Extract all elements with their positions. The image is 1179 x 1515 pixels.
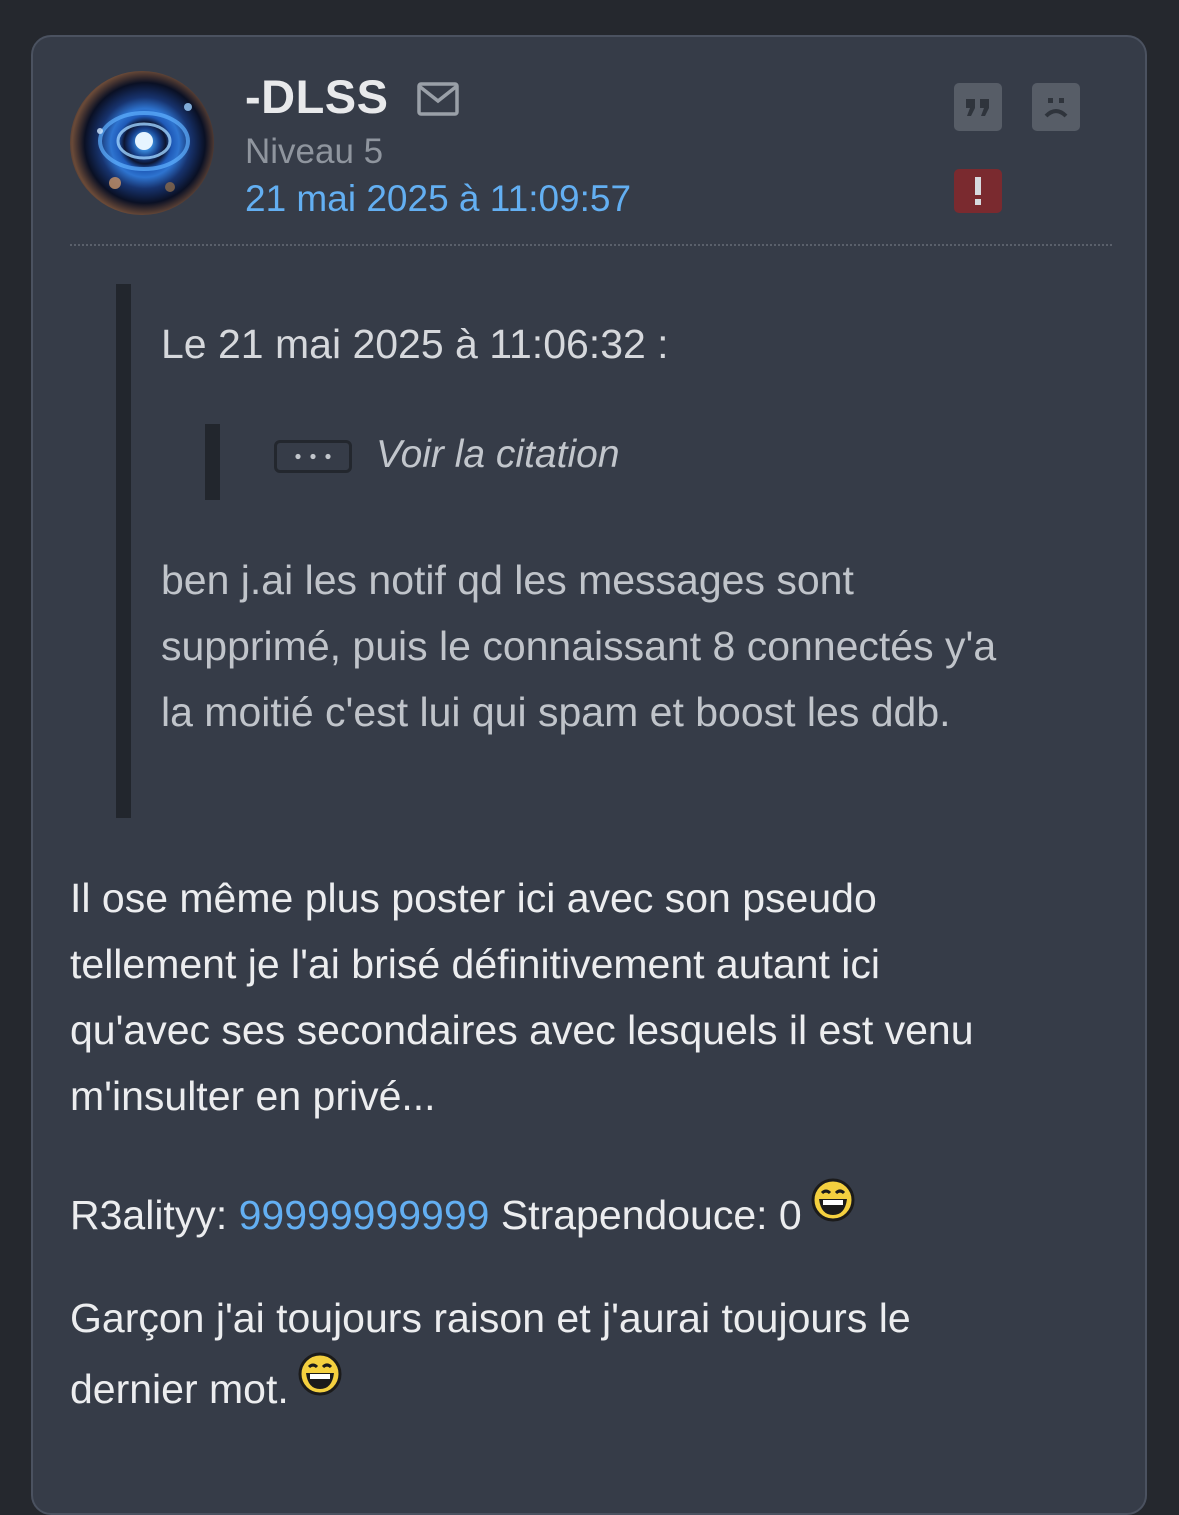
header-divider xyxy=(70,244,1112,246)
post-paragraph-score: R3alityy: 99999999999 Strapendouce: 0 xyxy=(70,1177,856,1243)
laughing-smiley-icon xyxy=(297,1351,343,1397)
show-quote-label[interactable]: Voir la citation xyxy=(376,433,620,477)
avatar-image xyxy=(97,103,192,192)
score-number-link[interactable]: 99999999999 xyxy=(239,1192,490,1238)
quote-line: la moitié c'est lui qui spam et boost le… xyxy=(161,689,951,735)
quote-bar xyxy=(116,284,131,818)
ellipsis-icon xyxy=(295,453,331,460)
post-date-link[interactable]: 21 mai 2025 à 11:09:57 xyxy=(245,178,631,220)
quote-button[interactable] xyxy=(954,83,1002,131)
nested-quote-bar xyxy=(205,424,220,500)
post-line: Garçon j'ai toujours raison et j'aurai t… xyxy=(70,1295,911,1341)
mail-icon[interactable] xyxy=(416,81,460,117)
author-username[interactable]: -DLSS xyxy=(245,69,389,124)
show-quote-toggle[interactable] xyxy=(274,440,352,473)
author-level: Niveau 5 xyxy=(245,132,384,171)
laughing-smiley-icon xyxy=(810,1177,856,1223)
post-line: dernier mot. xyxy=(70,1351,1130,1422)
post-line: qu'avec ses secondaires avec lesquels il… xyxy=(70,1007,974,1053)
score-prefix: R3alityy: xyxy=(70,1192,239,1238)
report-button[interactable] xyxy=(954,169,1002,213)
quote-icon xyxy=(966,99,989,116)
post-line: Il ose même plus poster ici avec son pse… xyxy=(70,875,877,921)
exclamation-icon xyxy=(975,177,981,205)
score-suffix: Strapendouce: 0 xyxy=(489,1192,802,1238)
sad-face-icon xyxy=(1044,98,1068,118)
quote-text: ben j.ai les notif qd les messages sont … xyxy=(161,547,1101,745)
forum-post-card: -DLSS Niveau 5 21 mai 2025 à 11:09:57 Le… xyxy=(31,35,1147,1515)
quote-line: ben j.ai les notif qd les messages sont xyxy=(161,557,854,603)
avatar[interactable] xyxy=(70,71,214,215)
post-paragraph: Garçon j'ai toujours raison et j'aurai t… xyxy=(70,1285,1130,1422)
post-paragraph: Il ose même plus poster ici avec son pse… xyxy=(70,865,1130,1129)
quote-header: Le 21 mai 2025 à 11:06:32 : xyxy=(161,321,669,367)
post-line: tellement je l'ai brisé définitivement a… xyxy=(70,941,881,987)
post-line-text: dernier mot. xyxy=(70,1366,289,1412)
sad-reaction-button[interactable] xyxy=(1032,83,1080,131)
post-line: m'insulter en privé... xyxy=(70,1073,436,1119)
quote-line: supprimé, puis le connaissant 8 connecté… xyxy=(161,623,997,669)
